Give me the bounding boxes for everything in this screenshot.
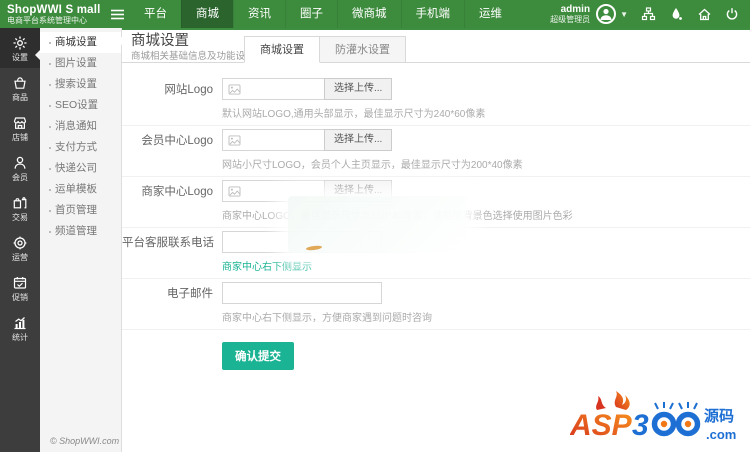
tab-anti-flood-settings[interactable]: 防灌水设置: [320, 36, 406, 63]
upload-button[interactable]: 选择上传...: [324, 78, 392, 100]
field-label: 平台客服联系电话: [122, 231, 222, 273]
sidebar-item-payment[interactable]: 支付方式: [40, 137, 121, 158]
rail-label: 运营: [12, 253, 28, 262]
upload-button[interactable]: 选择上传...: [324, 129, 392, 151]
field-label: 商家中心Logo: [122, 180, 222, 222]
user-role: 超级管理员: [550, 15, 590, 24]
image-thumb-icon: [228, 186, 241, 197]
member-logo-input[interactable]: [222, 129, 325, 151]
asp300-watermark: ASP 3 源码 .com: [570, 385, 746, 450]
avatar[interactable]: [596, 4, 616, 24]
main-rail: 设置 商品 店铺 会员 交易 运营 促销 统计: [0, 28, 40, 452]
field-label: 电子邮件: [122, 282, 222, 324]
watermark-cn: 源码: [704, 407, 734, 425]
nav-item-mobile[interactable]: 手机端: [401, 0, 465, 28]
flame-icon: [596, 391, 630, 410]
rail-item-trade[interactable]: 交易: [0, 188, 40, 228]
menu-toggle-icon[interactable]: [104, 0, 130, 28]
store-icon: [12, 115, 28, 131]
copyright-text: © ShopWWI.com: [50, 436, 119, 446]
top-header: ShopWWI S mall 电商平台系统管理中心 平台 商城 资讯 圈子 微商…: [0, 0, 750, 28]
rail-label: 交易: [12, 213, 28, 222]
rail-item-member[interactable]: 会员: [0, 148, 40, 188]
rail-active-arrow: [35, 50, 40, 60]
image-thumb-icon: [228, 84, 241, 95]
site-logo-input[interactable]: [222, 78, 325, 100]
sidebar-item-search-settings[interactable]: 搜索设置: [40, 74, 121, 95]
rail-label: 商品: [12, 93, 28, 102]
watermark-asp: ASP: [570, 409, 633, 442]
blur-overlay: [288, 196, 466, 253]
form-row-site-logo: 网站Logo 选择上传... 默认网站LOGO,通用头部显示，最佳显示尺寸为24…: [122, 75, 750, 126]
user-icon: [12, 155, 28, 171]
rail-item-store[interactable]: 店铺: [0, 108, 40, 148]
home-icon[interactable]: [690, 0, 718, 28]
sidebar-item-seo-settings[interactable]: SEO设置: [40, 95, 121, 116]
settings-tabs: 商城设置 防灌水设置: [244, 36, 406, 63]
app-logo: ShopWWI S mall 电商平台系统管理中心: [0, 0, 104, 28]
bags-icon: [12, 195, 28, 211]
chevron-down-icon[interactable]: ▼: [620, 10, 628, 19]
sidebar-active-arrow: [117, 36, 123, 46]
nav-item-circle[interactable]: 圈子: [285, 0, 337, 28]
field-label: 网站Logo: [122, 78, 222, 120]
basket-icon: [12, 75, 28, 91]
nav-item-news[interactable]: 资讯: [233, 0, 285, 28]
cog-icon: [12, 235, 28, 251]
user-info: admin 超级管理员: [550, 4, 590, 24]
gear-icon: [12, 35, 28, 51]
header-right: admin 超级管理员 ▼: [550, 0, 750, 28]
rail-item-operation[interactable]: 运营: [0, 228, 40, 268]
sidebar-item-mall-settings[interactable]: 商城设置: [40, 32, 121, 53]
field-help: 商家中心右下侧显示: [222, 258, 382, 273]
rail-label: 会员: [12, 173, 28, 182]
watermark-com: .com: [706, 427, 736, 442]
rail-label: 店铺: [12, 133, 28, 142]
app-subtitle: 电商平台系统管理中心: [7, 16, 104, 25]
tab-mall-settings[interactable]: 商城设置: [244, 36, 320, 63]
clear-cache-icon[interactable]: [662, 0, 690, 28]
sidebar-item-waybill-template[interactable]: 运单模板: [40, 179, 121, 200]
sidebar-item-express[interactable]: 快递公司: [40, 158, 121, 179]
sidebar-item-notifications[interactable]: 消息通知: [40, 116, 121, 137]
calendar-icon: [12, 275, 28, 291]
nav-item-platform[interactable]: 平台: [130, 0, 181, 28]
settings-sidebar: 商城设置 图片设置 搜索设置 SEO设置 消息通知 支付方式 快递公司 运单模板…: [40, 28, 122, 452]
image-thumb-icon: [228, 135, 241, 146]
watermark-three: 3: [632, 409, 649, 442]
nav-item-ops[interactable]: 运维: [464, 0, 516, 28]
rail-item-goods[interactable]: 商品: [0, 68, 40, 108]
field-help: 商家中心右下侧显示，方便商家遇到问题时咨询: [222, 309, 432, 324]
nav-item-mall[interactable]: 商城: [181, 0, 233, 28]
field-help: 默认网站LOGO,通用头部显示，最佳显示尺寸为240*60像素: [222, 105, 485, 120]
user-name: admin: [550, 4, 590, 15]
power-icon[interactable]: [718, 0, 746, 28]
field-help: 网站小尺寸LOGO，会员个人主页显示，最佳显示尺寸为200*40像素: [222, 156, 523, 171]
rail-item-promotion[interactable]: 促销: [0, 268, 40, 308]
submit-button[interactable]: 确认提交: [222, 342, 294, 370]
rail-item-settings[interactable]: 设置: [0, 28, 40, 68]
app-title: ShopWWI S mall: [7, 4, 104, 16]
rail-label: 设置: [12, 53, 28, 62]
sidebar-item-image-settings[interactable]: 图片设置: [40, 53, 121, 74]
form-row-member-logo: 会员中心Logo 选择上传... 网站小尺寸LOGO，会员个人主页显示，最佳显示…: [122, 126, 750, 177]
sidebar-item-channel[interactable]: 频道管理: [40, 221, 121, 242]
form-row-email: 电子邮件 商家中心右下侧显示，方便商家遇到问题时咨询: [122, 279, 750, 330]
email-input[interactable]: [222, 282, 382, 304]
content-header: 商城设置 商城相关基础信息及功能设置选项 商城设置 防灌水设置: [122, 30, 750, 63]
rail-label: 统计: [12, 333, 28, 342]
field-label: 会员中心Logo: [122, 129, 222, 171]
sitemap-icon[interactable]: [634, 0, 662, 28]
rail-item-stats[interactable]: 统计: [0, 308, 40, 348]
bar-chart-icon: [12, 315, 28, 331]
nav-item-micromall[interactable]: 微商城: [337, 0, 401, 28]
top-nav: 平台 商城 资讯 圈子 微商城 手机端 运维: [130, 0, 516, 28]
rail-label: 促销: [12, 293, 28, 302]
sidebar-item-homepage[interactable]: 首页管理: [40, 200, 121, 221]
